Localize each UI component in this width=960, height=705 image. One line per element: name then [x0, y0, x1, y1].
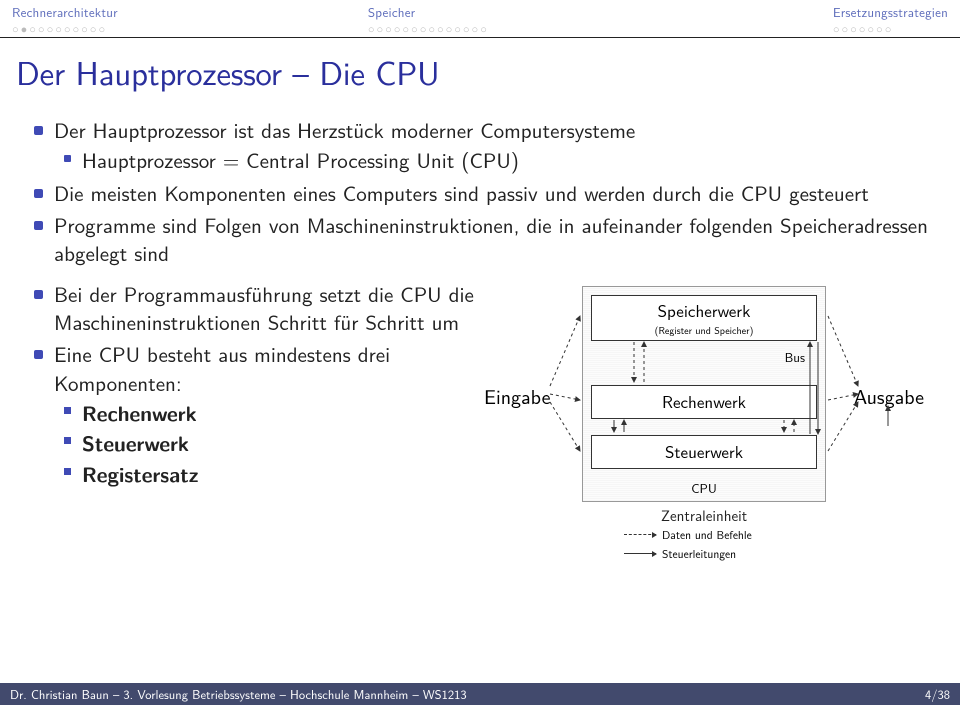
nav-section-1[interactable]: Rechnerarchitektur ○●○○○○○○○○○: [12, 3, 118, 35]
bullet-4: Bei der Programmausführung setzt die CPU…: [54, 280, 474, 337]
bullet-1-sub-1: Hauptprozessor = Central Processing Unit…: [82, 146, 930, 174]
nav-section-2[interactable]: Speicher ○○○○○○○○○○○○○○: [118, 3, 833, 35]
speicherwerk-box: Speicherwerk (Register und Speicher): [591, 295, 817, 341]
lower-row: Bei der Programmausführung setzt die CPU…: [0, 272, 960, 556]
bus-label: Bus: [785, 348, 805, 367]
speicherwerk-title: Speicherwerk: [592, 298, 816, 323]
diagram-legend: Daten und Befehle Steuerleitungen: [624, 526, 752, 564]
lower-right-col: Eingabe Ausgabe Speicherwerk (Register u…: [474, 280, 940, 556]
nav-label-1: Rechnerarchitektur: [12, 3, 118, 22]
eingabe-label: Eingabe: [484, 382, 550, 411]
cpu-label: CPU: [583, 479, 825, 498]
footer: Dr. Christian Baun – 3. Vorlesung Betrie…: [0, 683, 960, 705]
nav-dots-3: ○○○○○○○: [833, 24, 948, 35]
bullet-5-sub-1: Rechenwerk: [82, 399, 474, 427]
zentraleinheit-box: Speicherwerk (Register und Speicher) Bus…: [582, 286, 826, 502]
main-bullets: Der Hauptprozessor ist das Herzstück mod…: [0, 116, 960, 268]
nav-label-2: Speicher: [368, 3, 833, 22]
nav-section-3[interactable]: Ersetzungsstrategien ○○○○○○○: [833, 3, 948, 35]
ausgabe-label: Ausgabe: [854, 382, 924, 411]
legend-1-text: Daten und Befehle: [662, 526, 752, 543]
lower-left-col: Bei der Programmausführung setzt die CPU…: [54, 280, 474, 492]
bullet-5-sub-3: Registersatz: [82, 460, 474, 488]
nav-dots-1: ○●○○○○○○○○○: [12, 24, 118, 35]
nav-label-3: Ersetzungsstrategien: [833, 3, 948, 22]
legend-row-2: Steuerleitungen: [624, 545, 752, 562]
footer-right: 4/38: [925, 685, 950, 703]
bullet-3: Programme sind Folgen von Maschineninstr…: [54, 211, 930, 268]
bullet-5-sub-2: Steuerwerk: [82, 429, 474, 457]
solid-arrow-icon: [624, 553, 656, 554]
steuerwerk-box: Steuerwerk: [591, 435, 817, 469]
bullet-1: Der Hauptprozessor ist das Herzstück mod…: [54, 116, 930, 175]
rechenwerk-box: Rechenwerk: [591, 385, 817, 419]
legend-2-text: Steuerleitungen: [662, 545, 736, 562]
dash-arrow-icon: [624, 534, 656, 535]
bullet-1-text: Der Hauptprozessor ist das Herzstück mod…: [54, 115, 635, 145]
cpu-diagram: Eingabe Ausgabe Speicherwerk (Register u…: [484, 286, 924, 556]
zentraleinheit-label: Zentraleinheit: [582, 502, 826, 526]
legend-row-1: Daten und Befehle: [624, 526, 752, 543]
bullet-5-text: Eine CPU besteht aus mindestens drei Kom…: [54, 339, 390, 397]
bullet-2: Die meisten Komponenten eines Computers …: [54, 179, 930, 207]
slide-title: Der Hauptprozessor – Die CPU: [0, 48, 960, 116]
speicherwerk-subtitle: (Register und Speicher): [592, 323, 816, 338]
footer-left: Dr. Christian Baun – 3. Vorlesung Betrie…: [10, 685, 467, 703]
nav-bar: Rechnerarchitektur ○●○○○○○○○○○ Speicher …: [0, 0, 960, 35]
bullet-5: Eine CPU besteht aus mindestens drei Kom…: [54, 340, 474, 488]
nav-dots-2: ○○○○○○○○○○○○○○: [368, 24, 833, 35]
top-divider: [0, 37, 960, 38]
